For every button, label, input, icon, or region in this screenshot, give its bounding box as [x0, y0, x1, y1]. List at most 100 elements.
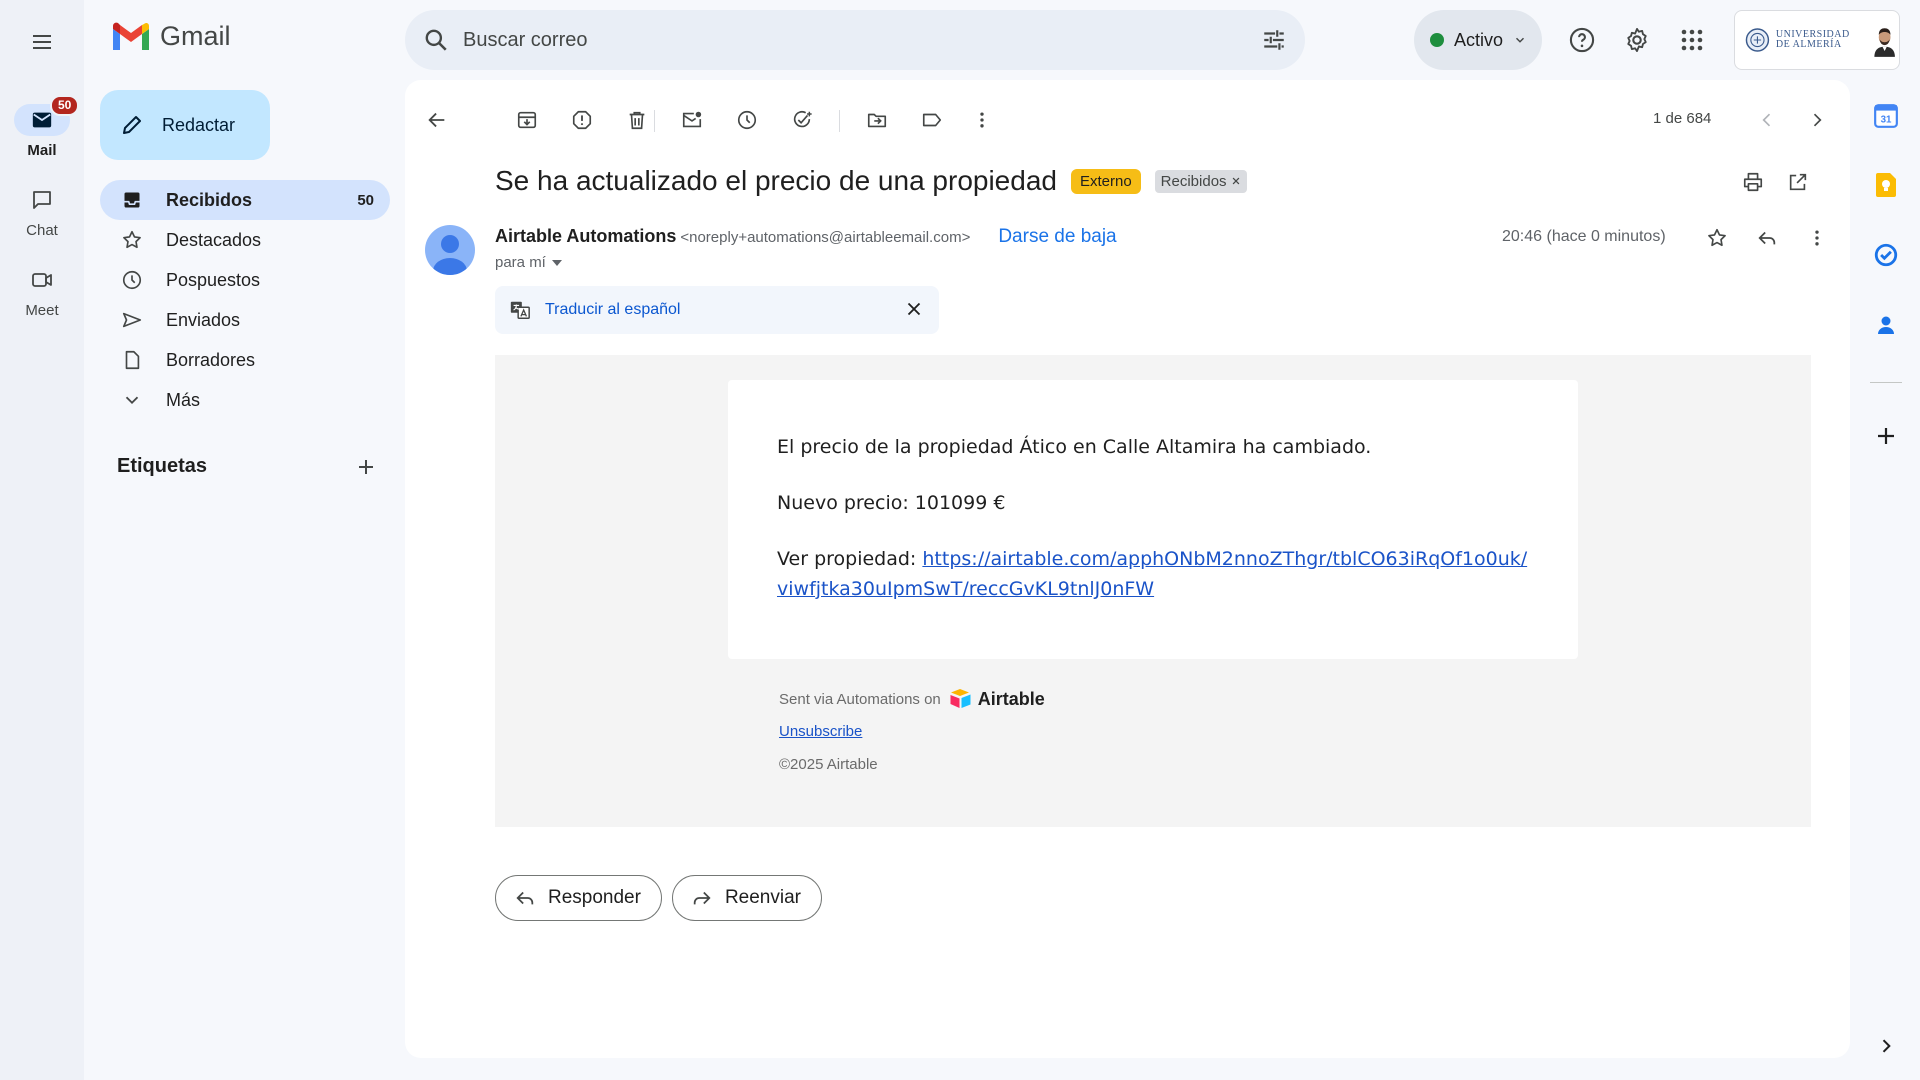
unsubscribe-link[interactable]: Darse de baja	[998, 226, 1116, 248]
mark-unread-icon	[682, 111, 702, 128]
delete-button[interactable]	[617, 100, 657, 140]
settings-button[interactable]	[1617, 20, 1657, 60]
remove-label-icon[interactable]	[1231, 176, 1241, 186]
more-vert-icon	[980, 112, 984, 128]
help-button[interactable]	[1562, 20, 1602, 60]
sender-avatar[interactable]	[425, 225, 475, 275]
labels-button[interactable]	[912, 100, 952, 140]
reply-button[interactable]: Responder	[495, 875, 662, 921]
draft-icon	[125, 350, 140, 370]
property-link-part1: https://airtable.com/apphONbM2nnoZThgr/t…	[922, 548, 1528, 570]
nav-label-more: Más	[166, 389, 201, 410]
get-addons-button[interactable]	[1866, 416, 1906, 456]
calendar-app-button[interactable]: 31	[1866, 96, 1906, 136]
chevron-right-icon	[1813, 113, 1822, 127]
recipient-details[interactable]: para mí	[495, 254, 562, 271]
older-button[interactable]	[1797, 100, 1837, 140]
email-subject-row: Se ha actualizado el precio de una propi…	[495, 165, 1247, 197]
search-options-button[interactable]	[1261, 27, 1287, 53]
labels-heading: Etiquetas	[117, 455, 208, 477]
report-icon	[572, 110, 592, 130]
rail-item-meet[interactable]: Meet	[0, 264, 84, 319]
translate-link[interactable]: Traducir al español	[545, 301, 680, 319]
contacts-app-button[interactable]	[1866, 305, 1906, 345]
search-icon[interactable]	[423, 27, 449, 53]
rail-item-mail[interactable]: 50 Mail	[0, 95, 84, 159]
keep-app-button[interactable]	[1866, 165, 1906, 205]
inbox-icon	[124, 192, 140, 208]
rail-item-chat[interactable]: Chat	[0, 184, 84, 239]
calendar-icon: 31	[1874, 104, 1898, 128]
chat-icon	[33, 191, 51, 209]
recipient-text: para mí	[495, 254, 546, 271]
report-spam-button[interactable]	[562, 100, 602, 140]
add-task-button[interactable]	[782, 100, 822, 140]
pagination-text: 1 de 684	[1653, 110, 1712, 127]
reply-icon-button[interactable]	[1747, 218, 1787, 258]
rail-label-mail: Mail	[27, 142, 57, 159]
nav-item-more[interactable]: Más	[100, 380, 390, 420]
nav-item-sent[interactable]: Enviados	[100, 300, 390, 340]
move-to-button[interactable]	[857, 100, 897, 140]
view-property-prefix: Ver propiedad:	[777, 548, 923, 570]
forward-button[interactable]: Reenviar	[671, 875, 822, 921]
body-line-view-property: Ver propiedad: https://airtable.com/apph…	[777, 544, 1530, 604]
nav-item-inbox[interactable]: Recibidos 50	[100, 180, 390, 220]
sender-name[interactable]: Airtable Automations	[495, 226, 676, 247]
add-label-button[interactable]	[354, 455, 378, 479]
tasks-icon	[1874, 243, 1898, 267]
nav-item-starred[interactable]: Destacados	[100, 220, 390, 260]
airtable-logo: Airtable	[949, 688, 1045, 710]
nav-item-snoozed[interactable]: Pospuestos	[100, 260, 390, 300]
footer-copyright: ©2025 Airtable	[779, 755, 878, 773]
star-button[interactable]	[1697, 218, 1737, 258]
tasks-app-button[interactable]	[1866, 235, 1906, 275]
mail-unread-badge: 50	[50, 95, 80, 116]
send-icon	[122, 312, 142, 328]
hamburger-icon	[33, 35, 51, 49]
more-vert-icon	[1815, 230, 1819, 246]
back-button[interactable]	[417, 100, 457, 140]
newer-button[interactable]	[1747, 100, 1787, 140]
gmail-logo[interactable]: Gmail	[110, 20, 231, 52]
compose-button[interactable]: Redactar	[100, 90, 270, 160]
side-panel-divider	[1870, 382, 1902, 383]
message-more-button[interactable]	[1797, 218, 1837, 258]
account-switcher[interactable]: UNIVERSIDAD DE ALMERÍA	[1734, 10, 1900, 70]
archive-button[interactable]	[507, 100, 547, 140]
add-task-icon	[793, 110, 812, 128]
toolbar-divider	[654, 110, 655, 132]
email-footer: Sent via Automations on Airtable Unsubsc…	[779, 687, 1045, 776]
mark-unread-button[interactable]	[672, 100, 712, 140]
close-translate-button[interactable]	[903, 298, 925, 320]
print-button[interactable]	[1733, 162, 1773, 202]
inbox-count: 50	[357, 191, 374, 209]
video-camera-icon	[32, 273, 52, 287]
inbox-label-chip: Recibidos	[1154, 169, 1247, 193]
email-timestamp: 20:46 (hace 0 minutos)	[1502, 228, 1666, 245]
snooze-button[interactable]	[727, 100, 767, 140]
translate-icon	[510, 301, 530, 319]
reply-actions: Responder Reenviar	[495, 875, 822, 921]
apps-button[interactable]	[1672, 20, 1712, 60]
pencil-icon	[123, 116, 141, 134]
toolbar-divider	[839, 110, 840, 132]
status-button[interactable]: Activo	[1414, 10, 1542, 70]
email-subject: Se ha actualizado el precio de una propi…	[495, 165, 1057, 196]
plus-icon	[359, 460, 373, 474]
open-in-new-icon	[1789, 173, 1807, 191]
move-folder-icon	[867, 113, 887, 128]
search-input[interactable]	[463, 28, 1223, 52]
main-menu-button[interactable]	[22, 22, 62, 62]
open-new-window-button[interactable]	[1778, 162, 1818, 202]
label-icon	[922, 113, 942, 127]
show-side-panel-button[interactable]	[1866, 1026, 1906, 1066]
airtable-brand-text: Airtable	[977, 688, 1045, 709]
more-actions-button[interactable]	[962, 100, 1002, 140]
keep-icon	[1876, 173, 1896, 197]
airtable-logo-icon	[950, 689, 971, 708]
sent-via-text: Sent via Automations on	[779, 690, 941, 708]
nav-item-drafts[interactable]: Borradores	[100, 340, 390, 380]
search-bar[interactable]	[405, 10, 1305, 70]
footer-unsubscribe-link[interactable]: Unsubscribe	[779, 723, 862, 740]
